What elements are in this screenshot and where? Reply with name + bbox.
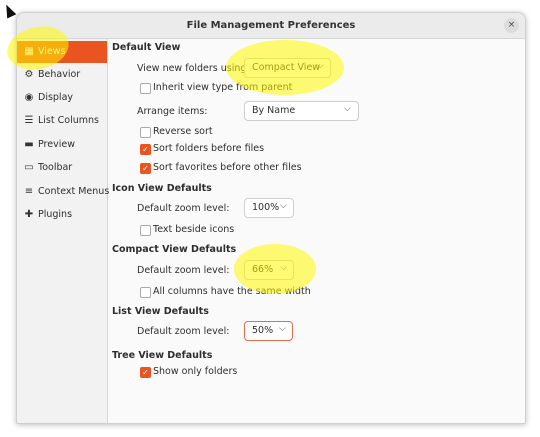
toolbar-icon: ▭ <box>24 162 34 173</box>
title-bar: File Management Preferences × <box>17 13 525 39</box>
grid-icon: ▦ <box>24 46 34 57</box>
text-beside-icons-label: Text beside icons <box>153 224 235 235</box>
inherit-view-label: Inherit view type from parent <box>153 82 293 93</box>
sidebar-item-label: Plugins <box>38 209 73 220</box>
dropdown-value: 50% <box>252 325 274 336</box>
window-title: File Management Preferences <box>186 20 356 31</box>
sidebar: ▦ Views ⚙ Behavior ◉ Display ☰ List Colu… <box>17 39 110 423</box>
sidebar-item-label: Context Menus <box>38 186 110 197</box>
sidebar-item-label: Toolbar <box>38 162 73 173</box>
list-view-heading: List View Defaults <box>112 306 209 317</box>
sidebar-item-label: Display <box>38 92 74 103</box>
view-type-dropdown[interactable]: Compact View ⌵ <box>244 58 331 78</box>
view-new-folders-label: View new folders using: <box>137 63 250 74</box>
icon-zoom-label: Default zoom level: <box>137 203 230 214</box>
dropdown-value: Compact View <box>252 62 321 73</box>
chevron-down-icon: ⌵ <box>344 104 351 114</box>
same-width-checkbox[interactable] <box>140 287 151 298</box>
sidebar-item-label: Views <box>38 46 66 57</box>
chevron-down-icon: ⌵ <box>280 201 287 211</box>
arrange-items-dropdown[interactable]: By Name ⌵ <box>244 101 359 121</box>
sidebar-item-plugins[interactable]: ✚ Plugins <box>17 204 107 226</box>
list-zoom-label: Default zoom level: <box>137 326 230 337</box>
sidebar-item-views[interactable]: ▦ Views <box>17 41 107 63</box>
dropdown-value: 66% <box>252 264 274 275</box>
sidebar-item-label: List Columns <box>38 115 99 126</box>
compact-view-heading: Compact View Defaults <box>112 244 237 255</box>
sort-folders-checkbox[interactable]: ✓ <box>140 144 151 155</box>
tree-view-heading: Tree View Defaults <box>112 350 213 361</box>
mouse-cursor <box>1 2 17 19</box>
sidebar-item-behavior[interactable]: ⚙ Behavior <box>17 64 107 86</box>
chevron-down-icon: ⌵ <box>279 324 286 334</box>
compact-zoom-dropdown[interactable]: 66% ⌵ <box>244 260 294 280</box>
list-icon: ☰ <box>24 115 34 126</box>
chevron-down-icon: ⌵ <box>317 61 324 71</box>
sidebar-item-context-menus[interactable]: ≡ Context Menus <box>17 181 110 203</box>
sidebar-item-label: Behavior <box>38 69 81 80</box>
inherit-view-checkbox[interactable] <box>140 83 151 94</box>
dropdown-value: 100% <box>252 202 280 213</box>
sidebar-item-toolbar[interactable]: ▭ Toolbar <box>17 157 107 179</box>
same-width-label: All columns have the same width <box>153 286 311 297</box>
chevron-down-icon: ⌵ <box>280 263 287 273</box>
arrange-items-label: Arrange items: <box>137 106 208 117</box>
gear-icon: ⚙ <box>24 69 34 80</box>
close-button[interactable]: × <box>504 18 519 33</box>
show-only-folders-label: Show only folders <box>153 366 238 377</box>
puzzle-icon: ✚ <box>24 209 34 220</box>
sort-folders-label: Sort folders before files <box>153 143 265 154</box>
icon-view-heading: Icon View Defaults <box>112 183 212 194</box>
eye-icon: ◉ <box>24 92 34 103</box>
dropdown-value: By Name <box>252 105 296 116</box>
monitor-icon: ▬ <box>24 139 34 150</box>
list-zoom-dropdown[interactable]: 50% ⌵ <box>244 321 293 341</box>
reverse-sort-label: Reverse sort <box>153 126 213 137</box>
sort-favorites-label: Sort favorites before other files <box>153 162 302 173</box>
icon-zoom-dropdown[interactable]: 100% ⌵ <box>244 198 294 218</box>
sort-favorites-checkbox[interactable]: ✓ <box>140 163 151 174</box>
compact-zoom-label: Default zoom level: <box>137 265 230 276</box>
preferences-window: File Management Preferences × ▦ Views ⚙ … <box>16 12 526 424</box>
default-view-heading: Default View <box>112 42 181 53</box>
sidebar-item-display[interactable]: ◉ Display <box>17 87 107 109</box>
show-only-folders-checkbox[interactable]: ✓ <box>140 367 151 378</box>
sidebar-item-list-columns[interactable]: ☰ List Columns <box>17 110 107 132</box>
menu-icon: ≡ <box>24 186 34 197</box>
sidebar-item-label: Preview <box>38 139 75 150</box>
sidebar-item-preview[interactable]: ▬ Preview <box>17 134 107 156</box>
text-beside-icons-checkbox[interactable] <box>140 225 151 236</box>
reverse-sort-checkbox[interactable] <box>140 127 151 138</box>
